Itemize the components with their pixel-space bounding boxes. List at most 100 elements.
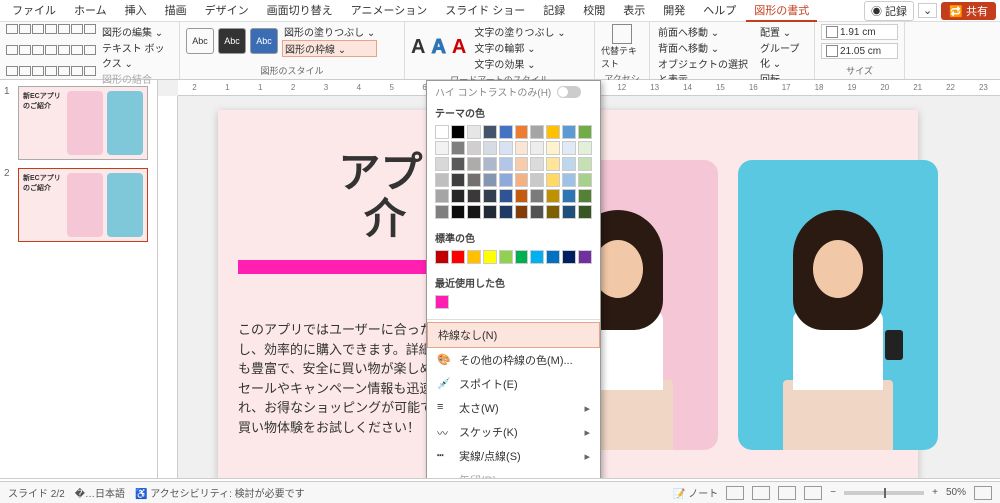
color-swatch[interactable]	[467, 205, 481, 219]
slide-thumbnail-panel[interactable]: 1 新ECアプリ のご紹介 2 新ECアプリ のご紹介	[0, 80, 158, 478]
color-swatch[interactable]	[483, 250, 497, 264]
zoom-slider[interactable]	[844, 491, 924, 495]
menu-tab-1[interactable]: ホーム	[66, 0, 115, 22]
text-effects-menu[interactable]: 文字の効果 ⌄	[472, 56, 567, 71]
eyedropper-item[interactable]: 💉スポイト(E)	[427, 372, 600, 396]
accent-bar[interactable]	[238, 260, 438, 274]
image-card-blue[interactable]	[738, 160, 938, 450]
color-swatch[interactable]	[483, 125, 497, 139]
notes-toggle[interactable]: 📝 ノート	[673, 485, 718, 500]
color-swatch[interactable]	[578, 205, 592, 219]
group-menu[interactable]: グループ化 ⌄	[758, 40, 808, 70]
color-swatch[interactable]	[515, 173, 529, 187]
color-swatch[interactable]	[499, 157, 513, 171]
textbox-menu[interactable]: テキスト ボックス ⌄	[100, 40, 173, 70]
standard-color-swatches[interactable]	[427, 248, 600, 272]
color-swatch[interactable]	[530, 189, 544, 203]
menu-tab-2[interactable]: 挿入	[117, 0, 155, 22]
color-swatch[interactable]	[578, 250, 592, 264]
shape-width-input[interactable]: 21.05 cm	[821, 43, 898, 59]
wordart-gallery[interactable]: AAA	[411, 36, 466, 59]
color-swatch[interactable]	[515, 250, 529, 264]
color-swatch[interactable]	[499, 205, 513, 219]
color-swatch[interactable]	[530, 157, 544, 171]
color-swatch[interactable]	[546, 125, 560, 139]
color-swatch[interactable]	[546, 173, 560, 187]
sketch-submenu[interactable]: 〰スケッチ(K)▸	[427, 420, 600, 444]
color-swatch[interactable]	[499, 250, 513, 264]
color-swatch[interactable]	[467, 189, 481, 203]
shape-fill-menu[interactable]: 図形の塗りつぶし ⌄	[282, 24, 377, 39]
menu-tab-0[interactable]: ファイル	[4, 0, 64, 22]
send-backward-button[interactable]: 背面へ移動 ⌄	[656, 40, 752, 55]
no-outline-item[interactable]: 枠線なし(N)	[427, 322, 600, 348]
color-swatch[interactable]	[467, 125, 481, 139]
menu-tab-11[interactable]: 開発	[655, 0, 693, 22]
color-swatch[interactable]	[562, 141, 576, 155]
color-swatch[interactable]	[435, 141, 449, 155]
color-swatch[interactable]	[578, 125, 592, 139]
color-swatch[interactable]	[562, 250, 576, 264]
zoom-in-button[interactable]: +	[932, 487, 938, 498]
color-swatch[interactable]	[435, 173, 449, 187]
menu-tab-5[interactable]: 画面切り替え	[259, 0, 341, 22]
color-swatch[interactable]	[515, 141, 529, 155]
color-swatch[interactable]	[435, 125, 449, 139]
shape-outline-menu[interactable]: 図形の枠線 ⌄	[282, 40, 377, 57]
color-swatch[interactable]	[546, 205, 560, 219]
menu-tab-8[interactable]: 記録	[535, 0, 573, 22]
color-swatch[interactable]	[435, 295, 449, 309]
color-swatch[interactable]	[499, 125, 513, 139]
text-fill-menu[interactable]: 文字の塗りつぶし ⌄	[472, 24, 567, 39]
color-swatch[interactable]	[530, 173, 544, 187]
color-swatch[interactable]	[451, 189, 465, 203]
menu-tab-9[interactable]: 校閲	[575, 0, 613, 22]
color-swatch[interactable]	[435, 250, 449, 264]
color-swatch[interactable]	[562, 189, 576, 203]
zoom-level[interactable]: 50%	[946, 487, 966, 498]
fit-button[interactable]	[974, 486, 992, 500]
ribbon-collapse-button[interactable]: ⌄	[918, 3, 937, 18]
share-button[interactable]: 🔁 共有	[941, 2, 996, 20]
color-swatch[interactable]	[578, 173, 592, 187]
color-swatch[interactable]	[451, 141, 465, 155]
menu-tab-13[interactable]: 図形の書式	[746, 0, 817, 22]
color-swatch[interactable]	[578, 141, 592, 155]
color-swatch[interactable]	[483, 173, 497, 187]
color-swatch[interactable]	[546, 157, 560, 171]
slide-thumbnail[interactable]: 新ECアプリ のご紹介	[18, 168, 148, 242]
menu-tab-4[interactable]: デザイン	[197, 0, 257, 22]
slide-canvas-area[interactable]: 211234567891011121314151617181920212223 …	[158, 80, 1000, 478]
color-swatch[interactable]	[546, 141, 560, 155]
color-swatch[interactable]	[435, 157, 449, 171]
high-contrast-toggle[interactable]: ハイ コントラストのみ(H)	[427, 81, 600, 102]
text-outline-menu[interactable]: 文字の輪郭 ⌄	[472, 40, 567, 55]
color-swatch[interactable]	[451, 173, 465, 187]
color-swatch[interactable]	[451, 157, 465, 171]
bring-forward-button[interactable]: 前面へ移動 ⌄	[656, 24, 752, 39]
color-swatch[interactable]	[515, 205, 529, 219]
menu-tab-3[interactable]: 描画	[157, 0, 195, 22]
normal-view-button[interactable]	[726, 486, 744, 500]
recent-color-swatches[interactable]	[427, 293, 600, 317]
color-swatch[interactable]	[546, 250, 560, 264]
menu-tab-6[interactable]: アニメーション	[343, 0, 436, 22]
sorter-view-button[interactable]	[752, 486, 770, 500]
color-swatch[interactable]	[483, 157, 497, 171]
color-swatch[interactable]	[499, 189, 513, 203]
color-swatch[interactable]	[499, 141, 513, 155]
alt-text-button[interactable]: 代替テキスト	[601, 24, 643, 70]
color-swatch[interactable]	[562, 173, 576, 187]
color-swatch[interactable]	[530, 125, 544, 139]
color-swatch[interactable]	[578, 157, 592, 171]
dashes-submenu[interactable]: ┅実線/点線(S)▸	[427, 444, 600, 468]
menu-tab-12[interactable]: ヘルプ	[695, 0, 744, 22]
record-button[interactable]: ◉ 記録	[864, 1, 914, 21]
color-swatch[interactable]	[530, 141, 544, 155]
menu-tab-10[interactable]: 表示	[615, 0, 653, 22]
shape-style-gallery[interactable]: Abc Abc Abc	[186, 28, 278, 54]
color-swatch[interactable]	[578, 189, 592, 203]
theme-color-swatches[interactable]	[427, 123, 600, 227]
color-swatch[interactable]	[530, 205, 544, 219]
color-swatch[interactable]	[451, 205, 465, 219]
